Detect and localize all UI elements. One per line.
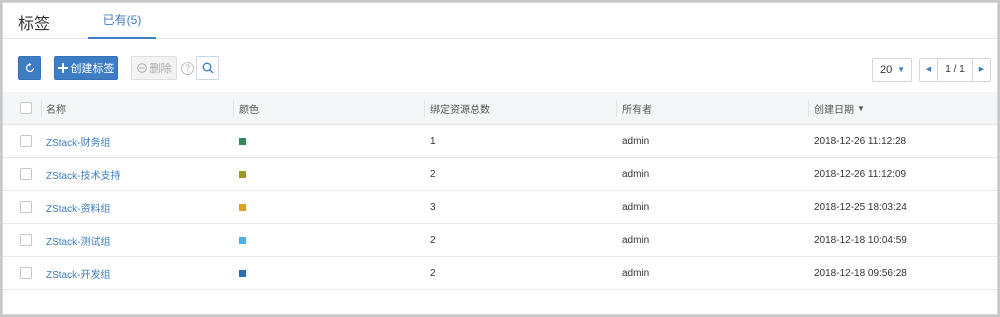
tag-name-link[interactable]: ZStack-资料组	[46, 200, 110, 215]
sort-chevron-down-icon: ▼	[857, 103, 865, 113]
column-divider	[808, 100, 809, 117]
owner: admin	[622, 234, 650, 246]
created-date: 2018-12-25 18:03:24	[814, 201, 907, 213]
column-header-created-date[interactable]: 创建日期 ▼	[814, 92, 865, 124]
color-swatch	[239, 203, 246, 211]
create-tag-label: 创建标签	[70, 63, 115, 75]
delete-label: 删除	[149, 63, 172, 75]
created-date: 2018-12-18 09:56:28	[814, 267, 907, 279]
tag-name-link[interactable]: ZStack-测试组	[46, 233, 110, 248]
plus-icon	[57, 63, 68, 73]
refresh-button[interactable]	[18, 56, 41, 80]
owner: admin	[622, 201, 650, 213]
created-date: 2018-12-26 11:12:28	[814, 135, 907, 147]
delete-button[interactable]: 删除	[131, 56, 177, 80]
tag-name-link[interactable]: ZStack-技术支持	[46, 167, 120, 182]
column-header-name[interactable]: 名称	[46, 92, 66, 124]
table-row[interactable]: ZStack-财务组 1 admin 2018-12-26 11:12:28	[3, 125, 997, 158]
table-row[interactable]: ZStack-测试组 2 admin 2018-12-18 10:04:59	[3, 224, 997, 257]
table-row[interactable]: ZStack-技术支持 2 admin 2018-12-26 11:12:09	[3, 158, 997, 191]
create-tag-button[interactable]: 创建标签	[54, 56, 118, 80]
table-row[interactable]: ZStack-资料组 3 admin 2018-12-25 18:03:24	[3, 191, 997, 224]
page-header: 标签 已有(5)	[3, 3, 997, 39]
pagination: ◀ 1 / 1 ▶	[919, 58, 991, 82]
table-row[interactable]: ZStack-开发组 2 admin 2018-12-18 09:56:28	[3, 257, 997, 290]
owner: admin	[622, 267, 650, 279]
row-checkbox[interactable]	[20, 267, 32, 279]
toolbar: 创建标签 删除 ? 20 ▼ ◀ 1 / 1 ▶	[3, 56, 997, 82]
tag-name-link[interactable]: ZStack-财务组	[46, 134, 110, 149]
help-icon[interactable]: ?	[181, 62, 194, 75]
created-date: 2018-12-26 11:12:09	[814, 168, 907, 180]
refresh-icon	[25, 62, 34, 73]
column-divider	[233, 100, 234, 117]
row-checkbox[interactable]	[20, 168, 32, 180]
app-frame: 标签 已有(5) 创建标签 删除 ? 20 ▼ ◀ 1 / 1 ▶ 名称 颜色 …	[2, 2, 998, 315]
chevron-left-icon: ◀	[925, 66, 932, 73]
color-swatch	[239, 236, 246, 244]
column-header-color[interactable]: 颜色	[239, 92, 259, 124]
column-header-owner[interactable]: 所有者	[622, 92, 652, 124]
owner: admin	[622, 168, 650, 180]
page-size-select[interactable]: 20 ▼	[872, 58, 912, 82]
prev-page-button[interactable]: ◀	[920, 59, 938, 81]
chevron-down-icon: ▼	[897, 65, 905, 74]
bound-count: 2	[430, 168, 436, 180]
page-indicator: 1 / 1	[945, 64, 965, 75]
row-checkbox[interactable]	[20, 135, 32, 147]
bound-count: 1	[430, 135, 436, 147]
color-swatch	[239, 269, 246, 277]
column-divider	[616, 100, 617, 117]
bound-count: 2	[430, 234, 436, 246]
search-button[interactable]	[196, 56, 219, 80]
color-swatch	[239, 137, 246, 145]
column-divider	[424, 100, 425, 117]
tags-table: 名称 颜色 绑定资源总数 所有者 创建日期 ▼ ZStack-财务组 1 admin…	[3, 92, 997, 290]
column-header-bound-count[interactable]: 绑定资源总数	[430, 92, 490, 124]
bound-count: 2	[430, 267, 436, 279]
column-header-created-date-label: 创建日期	[814, 104, 854, 116]
tab-existing[interactable]: 已有(5)	[88, 3, 156, 39]
chevron-right-icon: ▶	[978, 66, 985, 73]
color-swatch	[239, 170, 246, 178]
page-title: 标签	[18, 16, 51, 33]
table-header: 名称 颜色 绑定资源总数 所有者 创建日期 ▼	[3, 92, 997, 125]
owner: admin	[622, 135, 650, 147]
next-page-button[interactable]: ▶	[972, 59, 990, 81]
table-body: ZStack-财务组 1 admin 2018-12-26 11:12:28 ZStac…	[3, 125, 997, 290]
column-divider	[41, 100, 42, 117]
page-size-value: 20	[880, 64, 893, 76]
row-checkbox[interactable]	[20, 234, 32, 246]
minus-circle-icon	[136, 63, 147, 73]
row-checkbox[interactable]	[20, 201, 32, 213]
bound-count: 3	[430, 201, 436, 213]
search-icon	[202, 62, 213, 74]
select-all-checkbox[interactable]	[20, 102, 32, 114]
tag-name-link[interactable]: ZStack-开发组	[46, 266, 110, 281]
created-date: 2018-12-18 10:04:59	[814, 234, 907, 246]
